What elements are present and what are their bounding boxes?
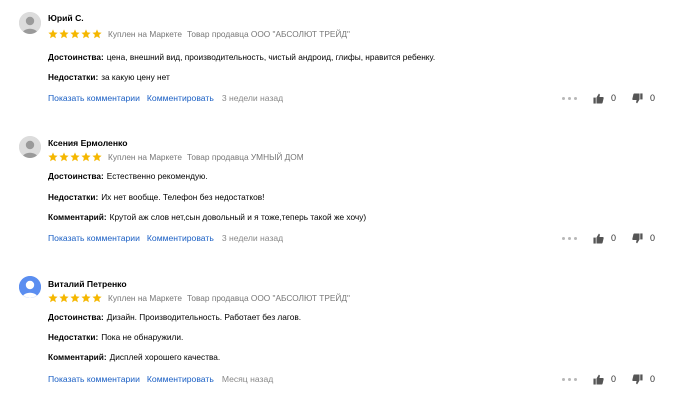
like-count: 0 bbox=[611, 374, 617, 384]
user-avatar-icon[interactable] bbox=[19, 12, 41, 34]
review-date: 3 недели назад bbox=[221, 233, 284, 243]
star-icon bbox=[92, 29, 102, 39]
star-icon bbox=[48, 293, 58, 303]
comment-link[interactable]: Комментировать bbox=[147, 93, 214, 103]
thumb-up-icon bbox=[593, 93, 604, 104]
show-comments-link[interactable]: Показать комментарии bbox=[48, 233, 140, 243]
review-cons: Недостатки: за какую цену нет bbox=[48, 72, 170, 82]
like-count: 0 bbox=[611, 93, 617, 103]
star-icon bbox=[81, 152, 91, 162]
thumb-down-icon bbox=[632, 373, 643, 384]
pros-text: цена, внешний вид, производительность, ч… bbox=[106, 52, 436, 62]
dislike-button[interactable] bbox=[632, 232, 643, 244]
review-actions: Показать комментарии Комментировать 3 не… bbox=[48, 232, 283, 244]
pros-text: Естественно рекомендую. bbox=[106, 171, 208, 181]
cons-label: Недостатки: bbox=[48, 192, 99, 202]
review-actions: Показать комментарии Комментировать 3 не… bbox=[48, 92, 283, 104]
seller-info: Товар продавца УМНЫЙ ДОМ bbox=[186, 152, 304, 162]
thumb-down-icon bbox=[632, 92, 643, 103]
cons-text: за какую цену нет bbox=[101, 72, 170, 82]
purchase-badge: Куплен на Маркете bbox=[108, 293, 182, 303]
pros-text: Дизайн. Производительность. Работает без… bbox=[106, 312, 302, 322]
review-author[interactable]: Виталий Петренко bbox=[48, 279, 127, 289]
review-actions: Показать комментарии Комментировать Меся… bbox=[48, 373, 273, 385]
review-date: 3 недели назад bbox=[221, 93, 284, 103]
star-icon bbox=[92, 152, 102, 162]
show-comments-link[interactable]: Показать комментарии bbox=[48, 93, 140, 103]
comment-text: Дисплей хорошего качества. bbox=[109, 352, 221, 362]
review-date: Месяц назад bbox=[221, 374, 274, 384]
review-meta: Куплен на Маркете Товар продавца ООО "АБ… bbox=[48, 292, 355, 304]
review-comment: Комментарий: Дисплей хорошего качества. bbox=[48, 352, 220, 362]
review-vote-bar: 0 0 bbox=[562, 92, 655, 104]
star-icon bbox=[70, 152, 80, 162]
dislike-count: 0 bbox=[650, 93, 656, 103]
comment-label: Комментарий: bbox=[48, 352, 107, 362]
review-comment: Комментарий: Крутой аж слов нет,сын довол… bbox=[48, 212, 366, 222]
like-button[interactable] bbox=[593, 93, 604, 104]
cons-text: Их нет вообще. Телефон без недостатков! bbox=[101, 192, 265, 202]
star-icon bbox=[59, 29, 69, 39]
like-button[interactable] bbox=[593, 233, 604, 244]
purchase-badge: Куплен на Маркете bbox=[108, 152, 182, 162]
review-author[interactable]: Юрий С. bbox=[48, 13, 84, 23]
star-icon bbox=[92, 293, 102, 303]
review-meta: Куплен на Маркете Товар продавца ООО "АБ… bbox=[48, 28, 355, 40]
pros-label: Достоинства: bbox=[48, 171, 104, 181]
review-vote-bar: 0 0 bbox=[562, 373, 655, 385]
review-pros: Достоинства: Дизайн. Производительность. … bbox=[48, 312, 301, 322]
more-dots-icon[interactable] bbox=[562, 377, 577, 381]
review-pros: Достоинства: Естественно рекомендую. bbox=[48, 171, 208, 181]
review-meta: Куплен на Маркете Товар продавца УМНЫЙ Д… bbox=[48, 151, 309, 163]
cons-text: Пока не обнаружили. bbox=[101, 332, 184, 342]
more-dots-icon[interactable] bbox=[562, 236, 577, 240]
like-count: 0 bbox=[611, 233, 617, 243]
seller-info: Товар продавца ООО "АБСОЛЮТ ТРЕЙД" bbox=[186, 293, 350, 303]
user-avatar-icon[interactable] bbox=[19, 276, 41, 298]
seller-info: Товар продавца ООО "АБСОЛЮТ ТРЕЙД" bbox=[186, 29, 350, 39]
star-icon bbox=[81, 293, 91, 303]
star-icon bbox=[81, 29, 91, 39]
like-button[interactable] bbox=[593, 374, 604, 385]
review-vote-bar: 0 0 bbox=[562, 232, 655, 244]
pros-label: Достоинства: bbox=[48, 52, 104, 62]
pros-label: Достоинства: bbox=[48, 312, 104, 322]
show-comments-link[interactable]: Показать комментарии bbox=[48, 374, 140, 384]
dislike-button[interactable] bbox=[632, 373, 643, 385]
review-pros: Достоинства: цена, внешний вид, производи… bbox=[48, 52, 435, 62]
star-icon bbox=[59, 152, 69, 162]
purchase-badge: Куплен на Маркете bbox=[108, 29, 182, 39]
rating-stars bbox=[48, 29, 102, 39]
dislike-count: 0 bbox=[650, 233, 656, 243]
review-cons: Недостатки: Пока не обнаружили. bbox=[48, 332, 183, 342]
review-cons: Недостатки: Их нет вообще. Телефон без не… bbox=[48, 192, 264, 202]
dislike-count: 0 bbox=[650, 374, 656, 384]
star-icon bbox=[59, 293, 69, 303]
more-dots-icon[interactable] bbox=[562, 96, 577, 100]
star-icon bbox=[70, 29, 80, 39]
thumb-up-icon bbox=[593, 233, 604, 244]
rating-stars bbox=[48, 293, 102, 303]
review-author[interactable]: Ксения Ермоленко bbox=[48, 138, 127, 148]
comment-text: Крутой аж слов нет,сын довольный и я тож… bbox=[109, 212, 367, 222]
cons-label: Недостатки: bbox=[48, 72, 99, 82]
cons-label: Недостатки: bbox=[48, 332, 99, 342]
star-icon bbox=[48, 152, 58, 162]
comment-link[interactable]: Комментировать bbox=[147, 374, 214, 384]
comment-link[interactable]: Комментировать bbox=[147, 233, 214, 243]
comment-label: Комментарий: bbox=[48, 212, 107, 222]
user-avatar-icon[interactable] bbox=[19, 136, 41, 158]
rating-stars bbox=[48, 152, 102, 162]
star-icon bbox=[48, 29, 58, 39]
dislike-button[interactable] bbox=[632, 92, 643, 104]
thumb-up-icon bbox=[593, 374, 604, 385]
thumb-down-icon bbox=[632, 232, 643, 243]
star-icon bbox=[70, 293, 80, 303]
